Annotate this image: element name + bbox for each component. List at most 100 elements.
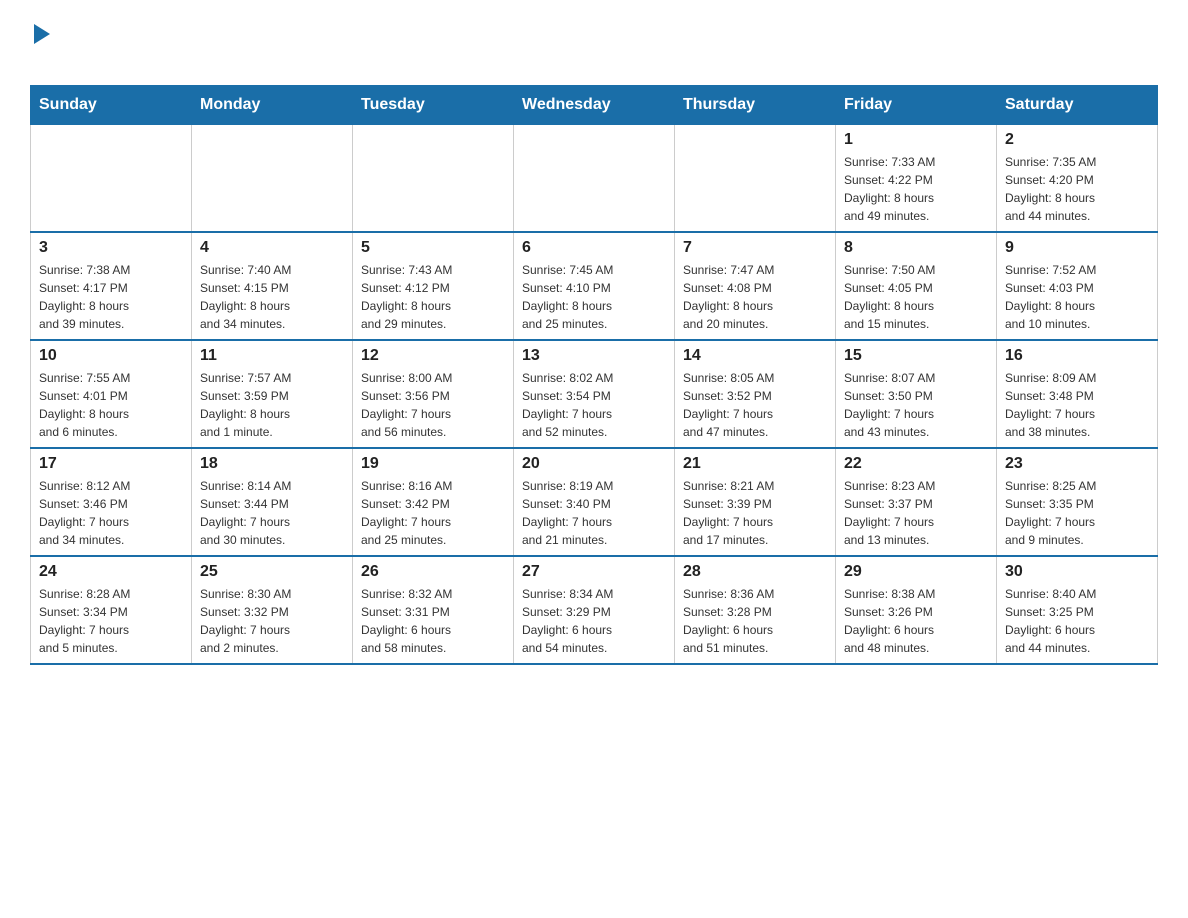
day-info: Sunrise: 7:43 AM Sunset: 4:12 PM Dayligh… [361,261,505,333]
day-number: 26 [361,563,505,581]
calendar-cell: 26 Sunrise: 8:32 AM Sunset: 3:31 PM Dayli… [353,556,514,664]
calendar-cell: 12 Sunrise: 8:00 AM Sunset: 3:56 PM Dayli… [353,340,514,448]
calendar-cell [353,125,514,233]
day-info: Sunrise: 8:36 AM Sunset: 3:28 PM Dayligh… [683,585,827,657]
day-number: 5 [361,239,505,257]
day-number: 3 [39,239,183,257]
day-info: Sunrise: 8:34 AM Sunset: 3:29 PM Dayligh… [522,585,666,657]
calendar-cell: 29 Sunrise: 8:38 AM Sunset: 3:26 PM Dayli… [836,556,997,664]
weekday-header-thursday: Thursday [675,86,836,125]
day-info: Sunrise: 7:40 AM Sunset: 4:15 PM Dayligh… [200,261,344,333]
day-number: 10 [39,347,183,365]
day-number: 4 [200,239,344,257]
calendar-cell: 2 Sunrise: 7:35 AM Sunset: 4:20 PM Daylig… [997,125,1158,233]
calendar-cell: 15 Sunrise: 8:07 AM Sunset: 3:50 PM Dayli… [836,340,997,448]
day-info: Sunrise: 7:57 AM Sunset: 3:59 PM Dayligh… [200,369,344,441]
calendar-cell [514,125,675,233]
day-number: 8 [844,239,988,257]
calendar-cell: 3 Sunrise: 7:38 AM Sunset: 4:17 PM Daylig… [31,232,192,340]
day-info: Sunrise: 7:33 AM Sunset: 4:22 PM Dayligh… [844,153,988,225]
day-number: 14 [683,347,827,365]
day-number: 30 [1005,563,1149,581]
day-number: 24 [39,563,183,581]
weekday-header-friday: Friday [836,86,997,125]
calendar-cell: 24 Sunrise: 8:28 AM Sunset: 3:34 PM Dayli… [31,556,192,664]
calendar-cell: 23 Sunrise: 8:25 AM Sunset: 3:35 PM Dayli… [997,448,1158,556]
calendar-cell: 30 Sunrise: 8:40 AM Sunset: 3:25 PM Dayli… [997,556,1158,664]
day-info: Sunrise: 7:52 AM Sunset: 4:03 PM Dayligh… [1005,261,1149,333]
calendar-cell: 18Sunrise: 8:14 AM Sunset: 3:44 PM Dayli… [192,448,353,556]
day-number: 20 [522,455,666,473]
day-number: 17 [39,455,183,473]
calendar-header-row: SundayMondayTuesdayWednesdayThursdayFrid… [31,86,1158,125]
day-info: Sunrise: 7:55 AM Sunset: 4:01 PM Dayligh… [39,369,183,441]
day-info: Sunrise: 7:38 AM Sunset: 4:17 PM Dayligh… [39,261,183,333]
calendar-cell: 16 Sunrise: 8:09 AM Sunset: 3:48 PM Dayli… [997,340,1158,448]
day-info: Sunrise: 8:21 AM Sunset: 3:39 PM Dayligh… [683,477,827,549]
day-info: Sunrise: 7:50 AM Sunset: 4:05 PM Dayligh… [844,261,988,333]
day-info: Sunrise: 8:38 AM Sunset: 3:26 PM Dayligh… [844,585,988,657]
day-number: 1 [844,131,988,149]
calendar-cell: 17 Sunrise: 8:12 AM Sunset: 3:46 PM Dayli… [31,448,192,556]
day-info: Sunrise: 8:40 AM Sunset: 3:25 PM Dayligh… [1005,585,1149,657]
weekday-header-monday: Monday [192,86,353,125]
day-info: Sunrise: 8:30 AM Sunset: 3:32 PM Dayligh… [200,585,344,657]
calendar-cell: 22 Sunrise: 8:23 AM Sunset: 3:37 PM Dayli… [836,448,997,556]
day-number: 13 [522,347,666,365]
calendar-cell: 20 Sunrise: 8:19 AM Sunset: 3:40 PM Dayli… [514,448,675,556]
calendar-cell: 8 Sunrise: 7:50 AM Sunset: 4:05 PM Daylig… [836,232,997,340]
calendar-cell: 4 Sunrise: 7:40 AM Sunset: 4:15 PM Daylig… [192,232,353,340]
calendar-week-row: 10 Sunrise: 7:55 AM Sunset: 4:01 PM Dayli… [31,340,1158,448]
day-info: Sunrise: 8:12 AM Sunset: 3:46 PM Dayligh… [39,477,183,549]
day-number: 11 [200,347,344,365]
day-number: 27 [522,563,666,581]
day-info: Sunrise: 8:05 AM Sunset: 3:52 PM Dayligh… [683,369,827,441]
calendar-cell: 6Sunrise: 7:45 AM Sunset: 4:10 PM Daylig… [514,232,675,340]
day-number: 29 [844,563,988,581]
day-number: 19 [361,455,505,473]
calendar-cell: 9 Sunrise: 7:52 AM Sunset: 4:03 PM Daylig… [997,232,1158,340]
day-info: Sunrise: 7:47 AM Sunset: 4:08 PM Dayligh… [683,261,827,333]
calendar-cell [675,125,836,233]
day-number: 2 [1005,131,1149,149]
calendar-week-row: 17 Sunrise: 8:12 AM Sunset: 3:46 PM Dayli… [31,448,1158,556]
calendar-cell: 10 Sunrise: 7:55 AM Sunset: 4:01 PM Dayli… [31,340,192,448]
day-info: Sunrise: 8:32 AM Sunset: 3:31 PM Dayligh… [361,585,505,657]
day-number: 12 [361,347,505,365]
day-number: 23 [1005,455,1149,473]
calendar-cell [31,125,192,233]
day-number: 15 [844,347,988,365]
day-info: Sunrise: 8:28 AM Sunset: 3:34 PM Dayligh… [39,585,183,657]
calendar-week-row: 1 Sunrise: 7:33 AM Sunset: 4:22 PM Daylig… [31,125,1158,233]
day-number: 6 [522,239,666,257]
calendar-cell: 28 Sunrise: 8:36 AM Sunset: 3:28 PM Dayli… [675,556,836,664]
logo [30,20,50,75]
calendar-cell: 11 Sunrise: 7:57 AM Sunset: 3:59 PM Dayli… [192,340,353,448]
day-number: 22 [844,455,988,473]
calendar-cell: 5 Sunrise: 7:43 AM Sunset: 4:12 PM Daylig… [353,232,514,340]
weekday-header-sunday: Sunday [31,86,192,125]
day-number: 9 [1005,239,1149,257]
calendar-week-row: 24 Sunrise: 8:28 AM Sunset: 3:34 PM Dayli… [31,556,1158,664]
calendar-cell: 1 Sunrise: 7:33 AM Sunset: 4:22 PM Daylig… [836,125,997,233]
day-info: Sunrise: 8:00 AM Sunset: 3:56 PM Dayligh… [361,369,505,441]
calendar-table: SundayMondayTuesdayWednesdayThursdayFrid… [30,85,1158,665]
day-info: Sunrise: 8:16 AM Sunset: 3:42 PM Dayligh… [361,477,505,549]
calendar-cell: 21Sunrise: 8:21 AM Sunset: 3:39 PM Dayli… [675,448,836,556]
day-info: Sunrise: 8:07 AM Sunset: 3:50 PM Dayligh… [844,369,988,441]
day-info: Sunrise: 8:19 AM Sunset: 3:40 PM Dayligh… [522,477,666,549]
weekday-header-saturday: Saturday [997,86,1158,125]
day-number: 18 [200,455,344,473]
weekday-header-wednesday: Wednesday [514,86,675,125]
calendar-cell: 27 Sunrise: 8:34 AM Sunset: 3:29 PM Dayli… [514,556,675,664]
page-header [30,20,1158,75]
day-info: Sunrise: 7:35 AM Sunset: 4:20 PM Dayligh… [1005,153,1149,225]
calendar-cell: 19 Sunrise: 8:16 AM Sunset: 3:42 PM Dayli… [353,448,514,556]
calendar-cell: 25Sunrise: 8:30 AM Sunset: 3:32 PM Dayli… [192,556,353,664]
day-number: 16 [1005,347,1149,365]
day-info: Sunrise: 8:23 AM Sunset: 3:37 PM Dayligh… [844,477,988,549]
day-info: Sunrise: 8:25 AM Sunset: 3:35 PM Dayligh… [1005,477,1149,549]
day-number: 28 [683,563,827,581]
day-info: Sunrise: 8:09 AM Sunset: 3:48 PM Dayligh… [1005,369,1149,441]
calendar-cell [192,125,353,233]
